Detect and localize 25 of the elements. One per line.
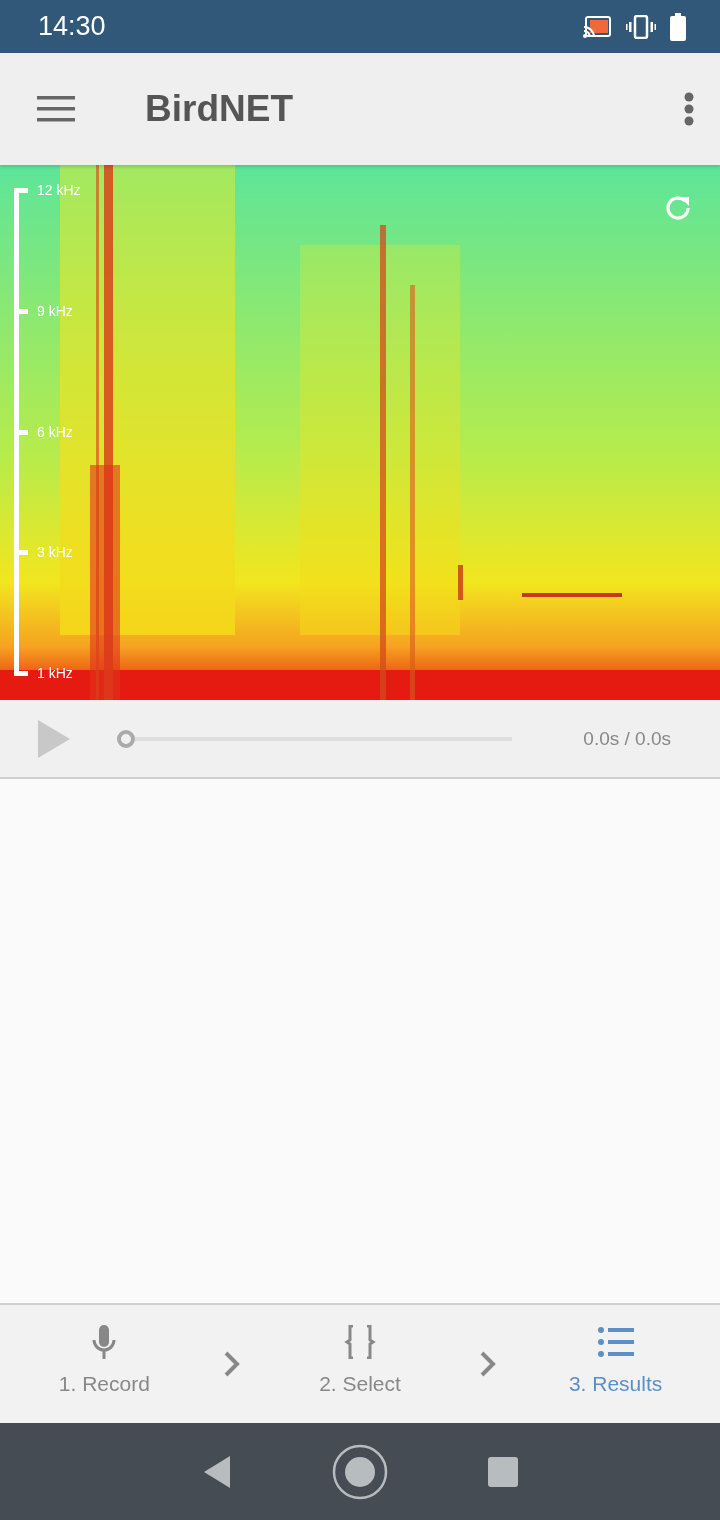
frequency-label: 1 kHz	[37, 664, 73, 682]
list-icon	[597, 1327, 634, 1357]
back-icon[interactable]	[202, 1454, 232, 1489]
cast-icon	[582, 14, 612, 39]
vibrate-icon	[626, 14, 656, 39]
frequency-label: 9 kHz	[37, 301, 73, 320]
step-tab[interactable]: 3. Results	[545, 1324, 686, 1396]
microphone-icon	[91, 1325, 118, 1359]
frequency-label: 6 kHz	[37, 422, 73, 441]
chevron-icon	[478, 1350, 497, 1378]
step-tab[interactable]: 1. Record	[34, 1324, 175, 1396]
chevron-icon	[223, 1350, 242, 1378]
menu-icon[interactable]	[37, 95, 75, 123]
frequency-label: 12 kHz	[37, 181, 81, 199]
seek-thumb[interactable]	[117, 729, 135, 748]
step-tab[interactable]: 2. Select	[290, 1324, 430, 1396]
playback-time: 0.0s / 0.0s	[583, 727, 671, 750]
recents-icon[interactable]	[488, 1456, 518, 1487]
frequency-label: 3 kHz	[37, 543, 73, 562]
braces-icon	[344, 1325, 376, 1359]
status-time: 14:30	[38, 11, 107, 42]
home-icon[interactable]	[332, 1443, 388, 1500]
more-options-icon[interactable]	[684, 92, 694, 126]
battery-icon	[670, 12, 686, 41]
app-title: BirdNET	[145, 88, 294, 130]
